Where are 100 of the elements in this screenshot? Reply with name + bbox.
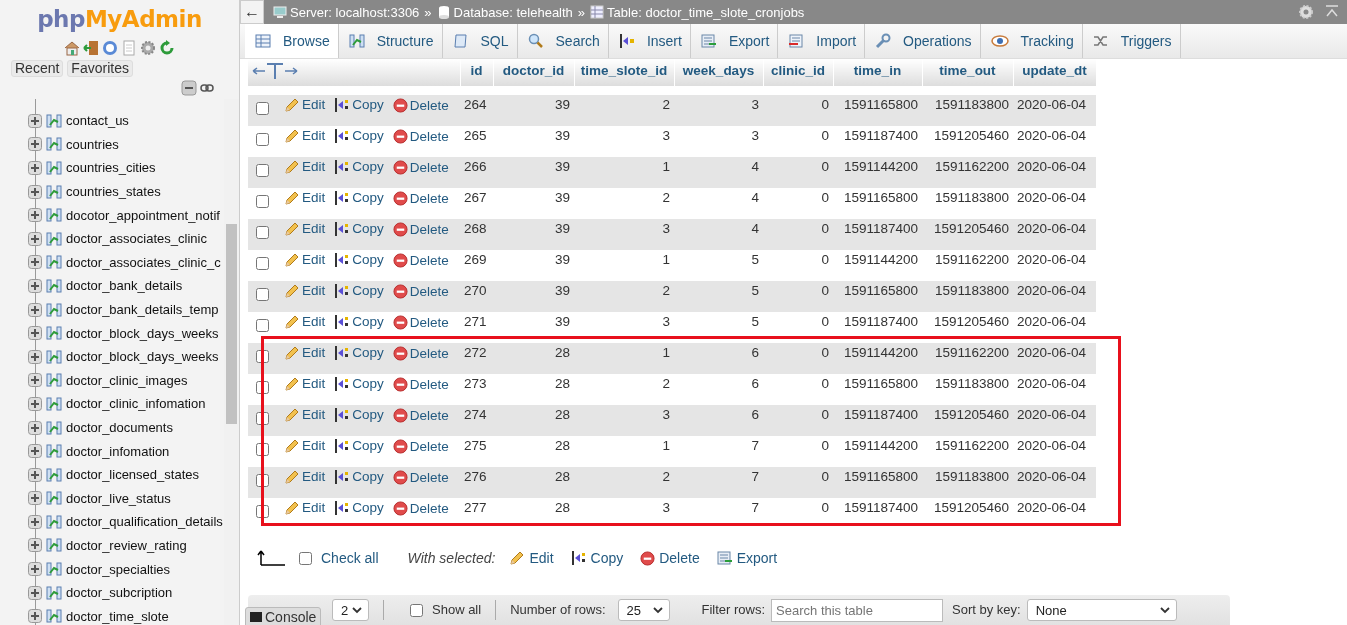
expand-icon[interactable] <box>28 184 42 199</box>
table-link[interactable]: doctor_associates_clinic_c <box>66 254 221 270</box>
tab[interactable]: Search <box>517 24 609 58</box>
row-action-link[interactable]: Edit <box>284 189 326 207</box>
table-structure-icon[interactable] <box>46 207 62 224</box>
row-action-link[interactable]: Delete <box>392 189 449 208</box>
column-header[interactable]: doctor_id <box>493 59 574 86</box>
expand-icon[interactable] <box>28 467 42 482</box>
table-link[interactable]: doctor_review_rating <box>66 538 187 553</box>
column-header[interactable]: clinic_id <box>763 59 833 86</box>
table-structure-icon[interactable] <box>46 443 62 460</box>
row-checkbox[interactable] <box>256 319 269 332</box>
table-structure-icon[interactable] <box>46 136 62 153</box>
row-action-link[interactable]: Edit <box>284 96 326 114</box>
breadcrumb-link[interactable]: Database: telehealth <box>453 4 573 20</box>
row-action-link[interactable]: Delete <box>392 220 449 239</box>
expand-icon[interactable] <box>28 538 42 553</box>
row-action-link[interactable]: Delete <box>392 282 449 301</box>
exit-door-icon[interactable] <box>83 40 99 56</box>
settings-icon[interactable] <box>1298 4 1314 20</box>
table-link[interactable]: doctor_associates_clinic <box>66 231 207 247</box>
row-action-link[interactable]: Copy <box>334 282 384 300</box>
tab[interactable]: Operations <box>865 24 981 58</box>
column-header[interactable]: time_slote_id <box>574 59 674 86</box>
table-structure-icon[interactable] <box>46 112 62 129</box>
row-action-link[interactable]: Delete <box>392 499 449 518</box>
rows-select[interactable]: 25 <box>617 599 670 621</box>
show-all-label[interactable]: Show all <box>432 599 482 621</box>
sidebar-tab[interactable]: Favorites <box>67 60 133 77</box>
bulk-action-link[interactable]: Copy <box>570 550 624 566</box>
expand-icon[interactable] <box>28 326 42 341</box>
row-checkbox[interactable] <box>256 164 269 177</box>
row-action-link[interactable]: Copy <box>334 499 384 517</box>
table-link[interactable]: doctor_clinic_infomation <box>66 396 206 412</box>
table-link[interactable]: doctor_infomation <box>66 443 170 459</box>
row-action-link[interactable]: Delete <box>392 313 449 332</box>
expand-icon[interactable] <box>28 302 42 317</box>
tab[interactable]: Browse <box>245 24 339 58</box>
table-link[interactable]: doctor_block_days_weeks <box>66 325 219 341</box>
link-icon[interactable] <box>200 83 214 93</box>
sidebar-tab[interactable]: Recent <box>11 60 64 77</box>
tab[interactable]: Export <box>690 24 779 58</box>
expand-icon[interactable] <box>28 349 42 364</box>
table-structure-icon[interactable] <box>46 537 62 554</box>
table-link[interactable]: contact_us <box>66 113 129 129</box>
expand-icon[interactable] <box>28 161 42 175</box>
row-checkbox[interactable] <box>256 133 269 146</box>
row-action-link[interactable]: Edit <box>284 158 326 176</box>
expand-icon[interactable] <box>28 562 42 577</box>
row-action-link[interactable]: Copy <box>334 127 384 145</box>
collapse-top-icon[interactable] <box>1325 5 1339 19</box>
column-header[interactable]: time_in <box>833 59 922 86</box>
expand-icon[interactable] <box>28 113 42 128</box>
check-all-label[interactable]: Check all <box>321 550 379 566</box>
column-header[interactable]: update_dt <box>1013 59 1096 86</box>
table-structure-icon[interactable] <box>46 584 62 601</box>
table-structure-icon[interactable] <box>46 608 62 625</box>
table-link[interactable]: countries_states <box>66 184 161 200</box>
row-action-link[interactable]: Delete <box>392 251 449 270</box>
column-header[interactable]: id <box>460 59 493 86</box>
sort-select[interactable]: None <box>1026 599 1177 621</box>
expand-icon[interactable] <box>28 208 42 223</box>
table-structure-icon[interactable] <box>46 183 62 200</box>
table-structure-icon[interactable] <box>46 301 62 318</box>
table-link[interactable]: doctor_bank_details_temp <box>66 302 219 318</box>
tab[interactable]: SQL <box>442 24 518 58</box>
phpmyadmin-logo[interactable]: phpMyAdmin <box>37 5 202 33</box>
settings-icon[interactable] <box>140 40 156 56</box>
expand-icon[interactable] <box>28 255 42 270</box>
expand-icon[interactable] <box>28 278 42 293</box>
tab[interactable]: Import <box>778 24 866 58</box>
table-structure-icon[interactable] <box>46 419 62 436</box>
table-structure-icon[interactable] <box>46 372 62 389</box>
row-action-link[interactable]: Copy <box>334 437 384 455</box>
row-action-link[interactable]: Copy <box>334 313 384 331</box>
expand-icon[interactable] <box>28 137 42 152</box>
row-action-link[interactable]: Delete <box>392 127 449 146</box>
check-all-checkbox[interactable] <box>299 551 312 565</box>
table-structure-icon[interactable] <box>46 254 62 271</box>
row-action-link[interactable]: Copy <box>334 468 384 486</box>
row-checkbox[interactable] <box>256 381 269 394</box>
table-structure-icon[interactable] <box>46 348 62 365</box>
row-checkbox[interactable] <box>256 350 269 363</box>
table-link[interactable]: docotor_appointment_notif <box>66 207 220 223</box>
table-structure-icon[interactable] <box>46 466 62 483</box>
table-link[interactable]: doctor_clinic_images <box>66 372 188 388</box>
expand-icon[interactable] <box>28 231 42 246</box>
row-action-link[interactable]: Edit <box>284 437 326 455</box>
back-button[interactable]: ← <box>240 0 264 24</box>
row-checkbox[interactable] <box>256 226 269 239</box>
table-link[interactable]: doctor_specialties <box>66 561 171 577</box>
table-link[interactable]: doctor_subcription <box>66 585 173 601</box>
tab[interactable]: Triggers <box>1082 24 1181 58</box>
row-action-link[interactable]: Edit <box>284 127 326 145</box>
row-action-link[interactable]: Copy <box>334 344 384 362</box>
column-header[interactable]: time_out <box>922 59 1013 86</box>
breadcrumb-link[interactable]: Server: localhost:3306 <box>290 4 420 20</box>
expand-icon[interactable] <box>28 444 42 459</box>
row-action-link[interactable]: Edit <box>284 375 326 393</box>
table-link[interactable]: doctor_qualification_details <box>66 514 223 530</box>
